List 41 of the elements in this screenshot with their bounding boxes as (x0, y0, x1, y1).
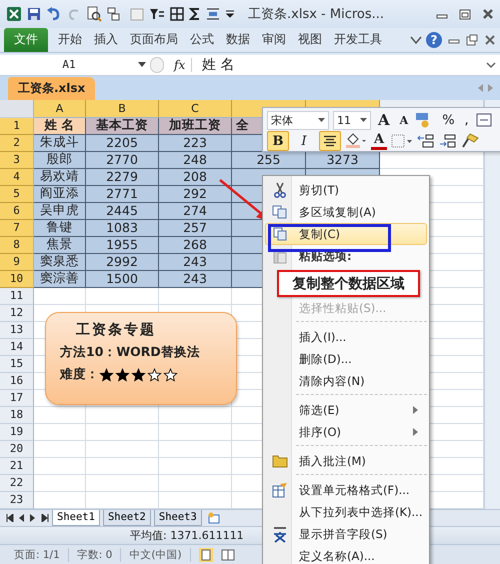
average-readout: 平均值: 1371.611111 (130, 528, 244, 543)
table-cell: 加班工资 (159, 118, 232, 135)
table-cell: 248 (159, 152, 232, 169)
status-item: 页面: 1/1 (14, 548, 69, 562)
table-cell: 1500 (86, 270, 159, 288)
table-cell: 吴申虎 (34, 202, 86, 220)
table-cell: 243 (159, 270, 232, 288)
table-cell: 257 (159, 220, 232, 237)
table-cell: 阎亚添 (34, 186, 86, 203)
table-cell: 易欢靖 (34, 168, 86, 186)
difficulty-label: 难度： (60, 366, 99, 383)
window-title: 工资条.xlsx - Micros... (248, 6, 386, 23)
table-cell: 2279 (86, 168, 159, 186)
table-cell: 窦淙善 (34, 270, 86, 288)
callout-title: 工资条专题 (75, 321, 157, 339)
table-cell: 274 (159, 202, 232, 220)
annotation-label: 复制整个数据区域 (277, 270, 420, 297)
table-cell: 223 (159, 134, 232, 152)
table-cell: 3273 (306, 152, 380, 169)
table-cell: 2205 (86, 134, 159, 152)
table-cell: 鲁键 (34, 220, 86, 237)
table-cell: 姓 名 (34, 118, 86, 135)
table-cell: 268 (159, 236, 232, 254)
table-cell: 窦泉悉 (34, 254, 86, 271)
table-cell: 朱成斗 (34, 134, 86, 152)
table-cell: 243 (159, 254, 232, 271)
table-cell: 殷郎 (34, 152, 86, 169)
table-cell: 255 (232, 152, 306, 169)
table-cell: 1083 (86, 220, 159, 237)
table-cell: 2445 (86, 202, 159, 220)
status-item: 字数: 0 (76, 548, 122, 562)
table-cell: 2992 (86, 254, 159, 271)
method-text: 方法10：WORD替换法 (60, 344, 201, 361)
table-cell: 208 (159, 168, 232, 186)
status-item: 中文(中国) (129, 548, 191, 562)
table-cell: 2770 (86, 152, 159, 169)
table-cell: 2771 (86, 186, 159, 203)
table-cell: 焦景 (34, 236, 86, 254)
table-cell: 1955 (86, 236, 159, 254)
table-cell: 292 (159, 186, 232, 203)
table-cell: 基本工资 (86, 118, 159, 135)
